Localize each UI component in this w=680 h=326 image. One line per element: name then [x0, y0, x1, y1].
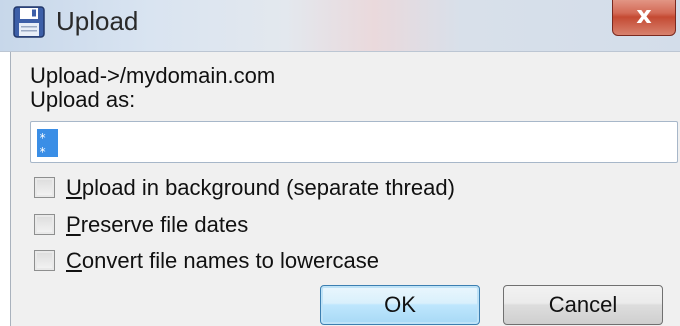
- option-label-text: onvert file names to lowercase: [81, 248, 380, 273]
- convert-lowercase-label[interactable]: Convert file names to lowercase: [66, 247, 379, 275]
- text-selection-highlight: * *: [37, 129, 58, 159]
- upload-as-label: Upload as:: [30, 87, 136, 112]
- dialog-body: Upload->/mydomain.com Upload as: * * Upl…: [10, 52, 680, 326]
- preserve-file-dates-checkbox[interactable]: [34, 214, 55, 235]
- preserve-file-dates-label[interactable]: Preserve file dates: [66, 211, 248, 239]
- upload-dialog: Upload x Upload->/mydomain.com Upload as…: [0, 0, 680, 326]
- upload-in-background-checkbox[interactable]: [34, 177, 55, 198]
- cancel-button[interactable]: Cancel: [503, 285, 663, 325]
- option-label-text: reserve file dates: [80, 212, 249, 237]
- upload-path-label: Upload->/mydomain.com: [30, 63, 276, 88]
- ok-button[interactable]: OK: [320, 285, 480, 325]
- close-button[interactable]: x: [612, 0, 676, 36]
- close-icon: x: [636, 1, 652, 29]
- accelerator-key: P: [66, 212, 81, 237]
- floppy-disk-icon: [13, 6, 45, 38]
- accelerator-key: C: [66, 248, 82, 273]
- accelerator-key: U: [66, 175, 82, 200]
- title-bar[interactable]: Upload x: [0, 0, 680, 52]
- convert-lowercase-checkbox[interactable]: [34, 250, 55, 271]
- window-title: Upload: [56, 6, 139, 36]
- option-label-text: pload in background (separate thread): [81, 175, 455, 200]
- upload-as-input[interactable]: * *: [30, 121, 678, 163]
- upload-in-background-label[interactable]: Upload in background (separate thread): [66, 174, 455, 202]
